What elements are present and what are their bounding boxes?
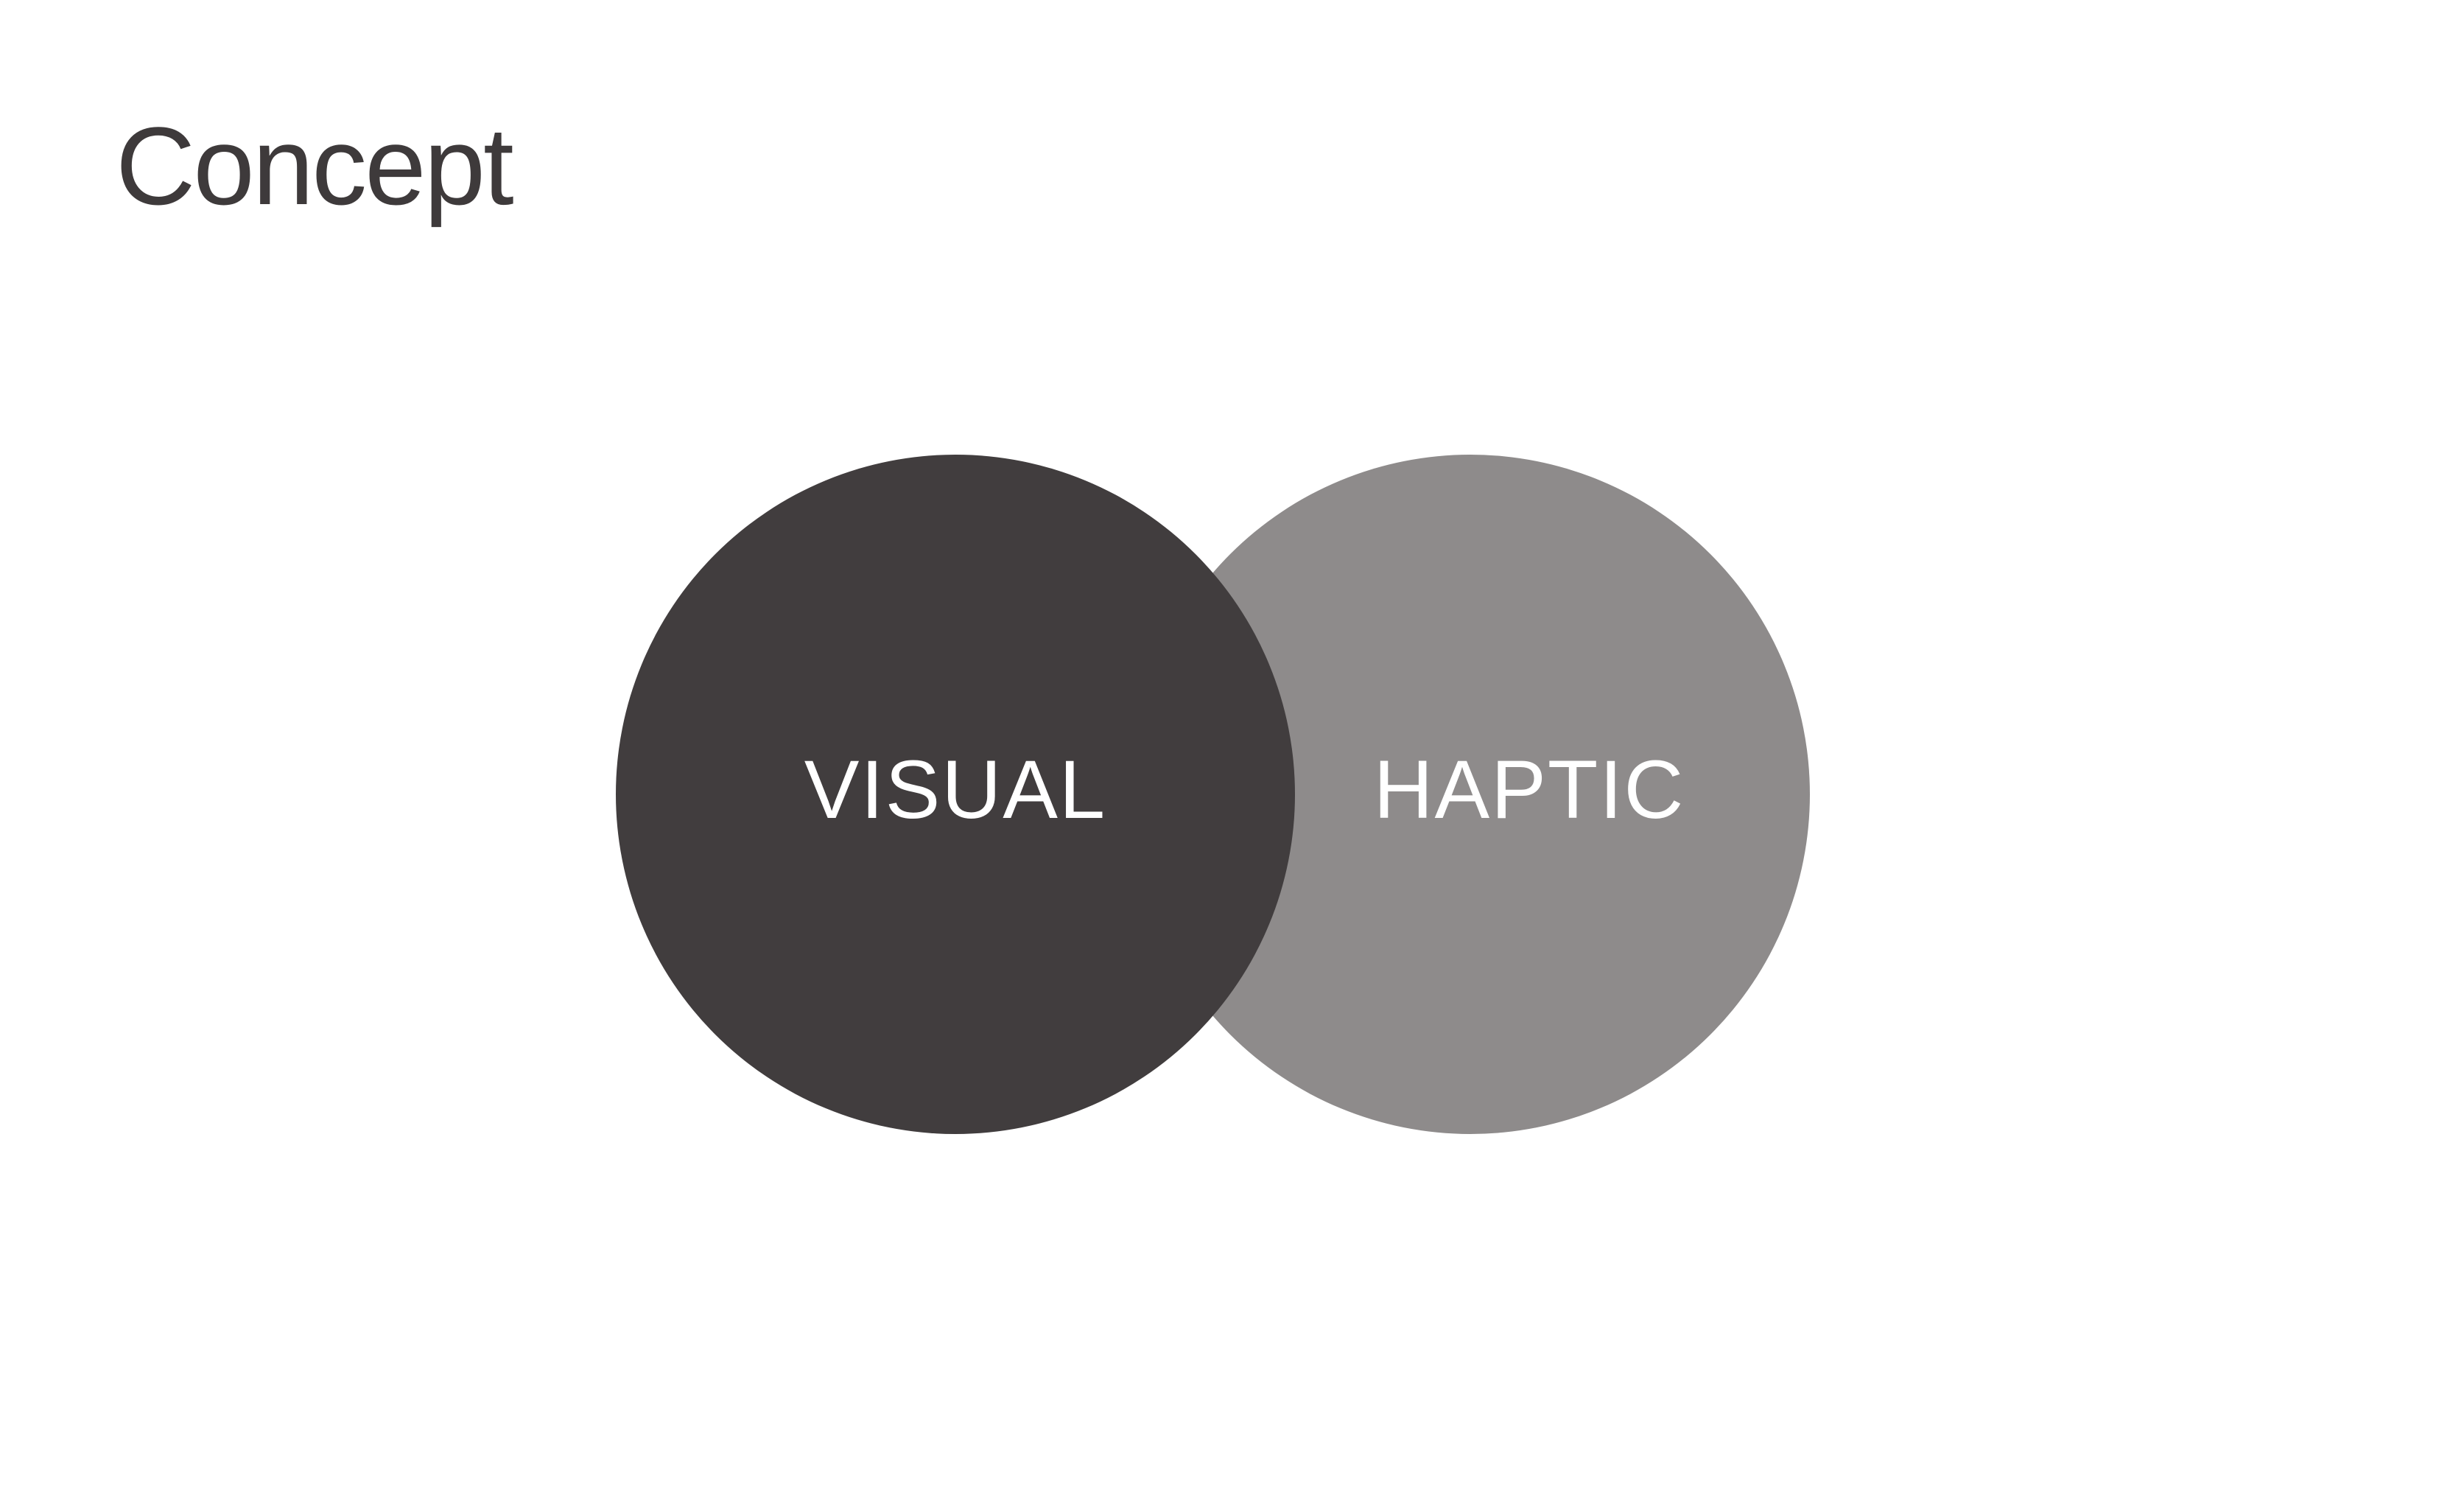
concept-slide: Concept VISUAL HAPTIC [0,0,2464,1487]
venn-diagram: VISUAL HAPTIC [616,455,1810,1134]
haptic-label: HAPTIC [1374,744,1685,836]
visual-label: VISUAL [804,744,1106,836]
